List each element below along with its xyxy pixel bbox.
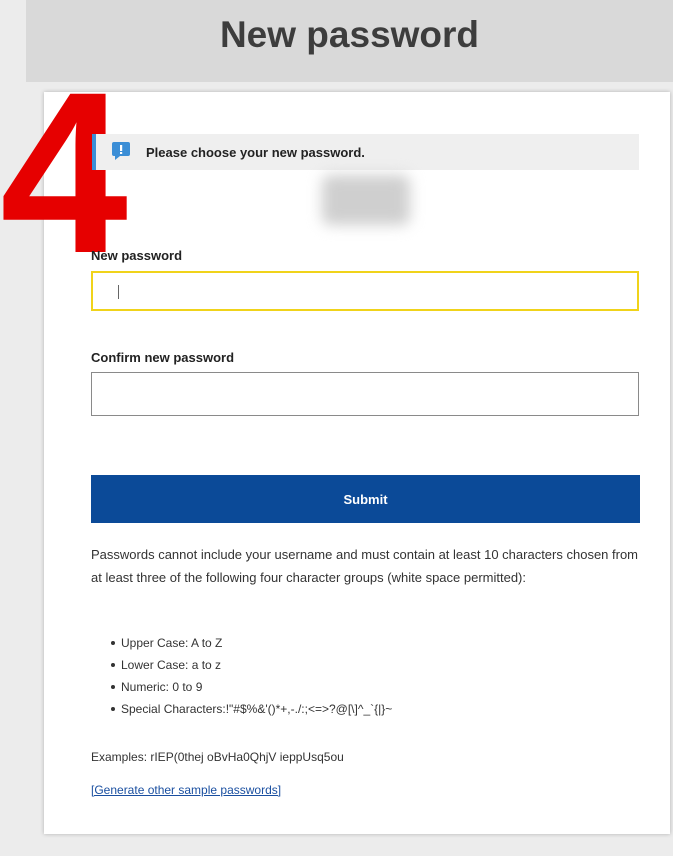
list-item: Numeric: 0 to 9: [111, 676, 392, 698]
confirm-password-label: Confirm new password: [91, 350, 235, 365]
redacted-username: [322, 175, 410, 225]
password-rules-list: Upper Case: A to Z Lower Case: a to z Nu…: [111, 632, 392, 720]
info-notice: Please choose your new password.: [92, 134, 639, 170]
info-flag-icon: [112, 142, 132, 160]
new-password-label: New password: [91, 248, 183, 263]
list-item: Lower Case: a to z: [111, 654, 392, 676]
confirm-password-input[interactable]: [91, 372, 639, 416]
new-password-input[interactable]: [91, 271, 639, 311]
password-examples: Examples: rIEP(0thej oBvHa0QhjV ieppUsq5…: [91, 750, 344, 764]
notice-text: Please choose your new password.: [146, 145, 365, 160]
generate-passwords-link[interactable]: [Generate other sample passwords]: [91, 783, 281, 797]
list-item: Upper Case: A to Z: [111, 632, 392, 654]
submit-button[interactable]: Submit: [91, 475, 640, 523]
list-item: Special Characters:!"#$%&'()*+,-./:;<=>?…: [111, 698, 392, 720]
text-caret: [118, 285, 119, 299]
password-rules-intro: Passwords cannot include your username a…: [91, 547, 639, 585]
